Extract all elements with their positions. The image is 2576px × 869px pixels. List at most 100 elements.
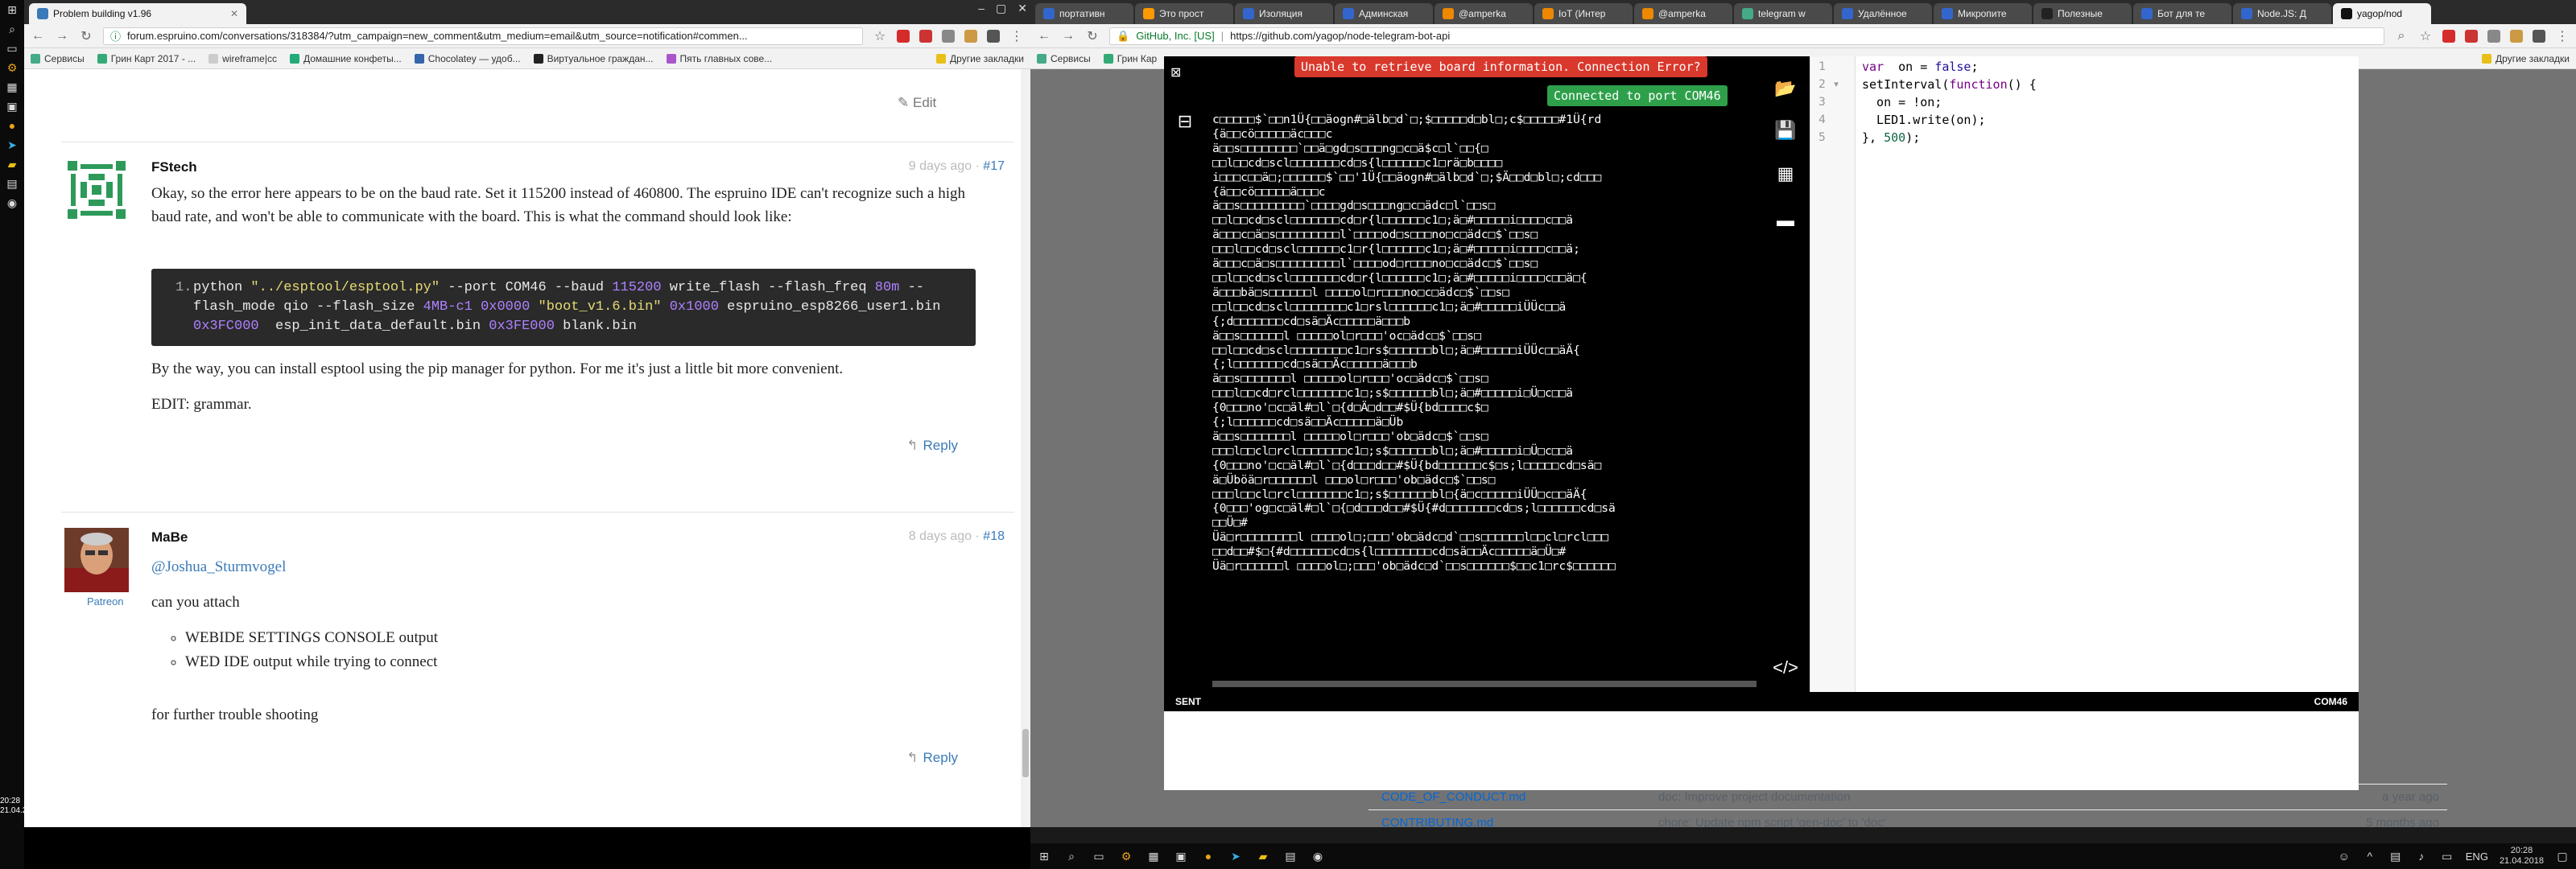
- tab-github[interactable]: yagop/nod: [2333, 3, 2431, 24]
- search-icon[interactable]: ⌕: [2394, 29, 2409, 43]
- close-icon[interactable]: ✕: [224, 8, 238, 19]
- battery-icon[interactable]: ▭: [2440, 849, 2454, 863]
- maximize-icon[interactable]: ▢: [996, 2, 1006, 15]
- post-username[interactable]: MaBe: [151, 529, 188, 546]
- code-text[interactable]: var on = false; setInterval(function() {…: [1862, 58, 2037, 146]
- taskbar-clock[interactable]: 20:28 21.04.2018: [2500, 846, 2544, 867]
- tab[interactable]: Полезные: [2033, 3, 2132, 24]
- terminal-icon[interactable]: ▤: [0, 174, 24, 193]
- folder-icon[interactable]: ▰: [1256, 849, 1270, 863]
- extension-icon[interactable]: [897, 29, 910, 43]
- language-indicator[interactable]: ENG: [2466, 850, 2488, 863]
- post-number[interactable]: #17: [983, 159, 1005, 173]
- terminal-output[interactable]: c□□□□□$`□□n1Ü{□□äogn#□älb□d`□;$□□□□□d□bl…: [1212, 113, 1758, 676]
- network-icon[interactable]: ▤: [2388, 849, 2403, 863]
- tab[interactable]: Изоляция: [1235, 3, 1333, 24]
- tab[interactable]: @amperka: [1435, 3, 1533, 24]
- terminal-icon[interactable]: ▤: [1283, 849, 1298, 863]
- tab[interactable]: Node.JS: Д: [2233, 3, 2331, 24]
- bookmark[interactable]: Сервисы: [1037, 53, 1091, 64]
- search-icon[interactable]: ⌕: [0, 19, 24, 39]
- url-field[interactable]: ⓘ forum.espruino.com/conversations/31838…: [103, 27, 863, 45]
- bookmark[interactable]: Виртуальное граждан...: [533, 53, 654, 64]
- chevron-up-icon[interactable]: ^: [2363, 849, 2377, 863]
- close-window-icon[interactable]: ✕: [1018, 2, 1027, 15]
- file-row[interactable]: CONTRIBUTING.md chore: Update npm script…: [1368, 809, 2447, 827]
- extension-icon[interactable]: [2442, 29, 2455, 43]
- user-mention-link[interactable]: @Joshua_Sturmvogel: [151, 555, 997, 579]
- forward-icon[interactable]: →: [55, 29, 69, 43]
- tab[interactable]: @amperka: [1634, 3, 1732, 24]
- briefcase-icon[interactable]: ▬: [1769, 206, 1802, 235]
- post-time[interactable]: 9 days ago: [909, 159, 972, 173]
- files-icon[interactable]: ▣: [1174, 849, 1188, 863]
- extension-icon[interactable]: [2533, 29, 2545, 43]
- other-bookmarks[interactable]: Другие закладки: [2482, 53, 2570, 64]
- bookmark[interactable]: wireframe|cc: [208, 53, 277, 64]
- scrollbar-thumb[interactable]: [1022, 729, 1029, 777]
- status-port[interactable]: COM46: [2314, 696, 2347, 707]
- gmail-icon[interactable]: [2510, 29, 2523, 43]
- people-icon[interactable]: ☺: [2337, 849, 2351, 863]
- tab[interactable]: telegram w: [1734, 3, 1832, 24]
- bookmark[interactable]: Chocolatey — удоб...: [414, 53, 521, 64]
- tab[interactable]: Микропите: [1934, 3, 2032, 24]
- tab[interactable]: Это прост: [1135, 3, 1233, 24]
- start-icon[interactable]: ⊞: [1037, 849, 1051, 863]
- tab[interactable]: Бот для те: [2133, 3, 2231, 24]
- reload-icon[interactable]: ↻: [1085, 28, 1100, 44]
- commit-message[interactable]: chore: Update npm script 'gen-doc' to 'd…: [1658, 816, 1885, 827]
- files-icon[interactable]: ▣: [0, 97, 24, 116]
- extension-icon[interactable]: [987, 29, 1000, 43]
- terminal-hscrollbar[interactable]: [1212, 681, 1757, 687]
- tab[interactable]: портативн: [1035, 3, 1133, 24]
- tab[interactable]: IoT (Интер: [1534, 3, 1633, 24]
- code-toggle-icon[interactable]: </>: [1769, 653, 1802, 682]
- bookmark[interactable]: Домашние конфеты...: [289, 53, 402, 64]
- open-folder-icon[interactable]: 📂: [1769, 74, 1802, 103]
- task-view-icon[interactable]: ▭: [1092, 849, 1106, 863]
- minimize-icon[interactable]: –: [978, 2, 985, 15]
- volume-icon[interactable]: ♪: [2414, 849, 2429, 863]
- reply-button[interactable]: ↰ Reply: [906, 750, 958, 766]
- tab-problem-building[interactable]: Problem building v1.96 ✕: [29, 3, 246, 24]
- search-icon[interactable]: ⌕: [1064, 849, 1079, 863]
- post-username[interactable]: FStech: [151, 159, 197, 175]
- telegram-icon[interactable]: ➤: [1228, 849, 1243, 863]
- chrome-icon[interactable]: ●: [0, 116, 24, 135]
- save-icon[interactable]: 💾: [1769, 116, 1802, 145]
- settings-icon[interactable]: ⚙: [0, 58, 24, 77]
- tab[interactable]: Админская: [1335, 3, 1433, 24]
- start-icon[interactable]: ⊞: [0, 0, 24, 19]
- file-name[interactable]: CONTRIBUTING.md: [1381, 816, 1493, 827]
- task-view-icon[interactable]: ▭: [0, 39, 24, 58]
- chrome-icon[interactable]: ●: [1201, 849, 1216, 863]
- reply-button[interactable]: ↰ Reply: [906, 438, 958, 454]
- calculator-icon[interactable]: ▦: [1146, 849, 1161, 863]
- settings-icon[interactable]: ⚙: [1119, 849, 1133, 863]
- bookmark[interactable]: Сервисы: [31, 53, 85, 64]
- other-bookmarks[interactable]: Другие закладки: [936, 53, 1024, 64]
- back-icon[interactable]: ←: [31, 29, 45, 43]
- file-name[interactable]: CODE_OF_CONDUCT.md: [1381, 790, 1525, 804]
- notifications-icon[interactable]: ▢: [2555, 849, 2570, 863]
- extension-icon[interactable]: [2487, 29, 2500, 43]
- tab[interactable]: Удалённое: [1834, 3, 1932, 24]
- bookmark[interactable]: Грин Кар: [1103, 53, 1157, 64]
- reload-icon[interactable]: ↻: [79, 28, 93, 44]
- adblock-icon[interactable]: [2465, 29, 2478, 43]
- ide-console-area[interactable]: [1164, 711, 2359, 790]
- url-field[interactable]: 🔒 GitHub, Inc. [US] | https://github.com…: [1109, 27, 2384, 45]
- app-icon[interactable]: ◉: [1311, 849, 1325, 863]
- app-icon[interactable]: ◉: [0, 193, 24, 212]
- star-icon[interactable]: ☆: [873, 28, 887, 44]
- star-icon[interactable]: ☆: [2418, 28, 2433, 44]
- patreon-badge[interactable]: Patreon: [87, 595, 124, 607]
- menu-icon[interactable]: ⋮: [1009, 28, 1024, 44]
- close-icon[interactable]: ⊠: [1170, 64, 1181, 80]
- telegram-icon[interactable]: ➤: [0, 135, 24, 154]
- forward-icon[interactable]: →: [1061, 29, 1075, 43]
- bookmark[interactable]: Грин Карт 2017 - ...: [97, 53, 196, 64]
- extension-icon[interactable]: [942, 29, 955, 43]
- connect-icon[interactable]: ⊟: [1169, 109, 1201, 134]
